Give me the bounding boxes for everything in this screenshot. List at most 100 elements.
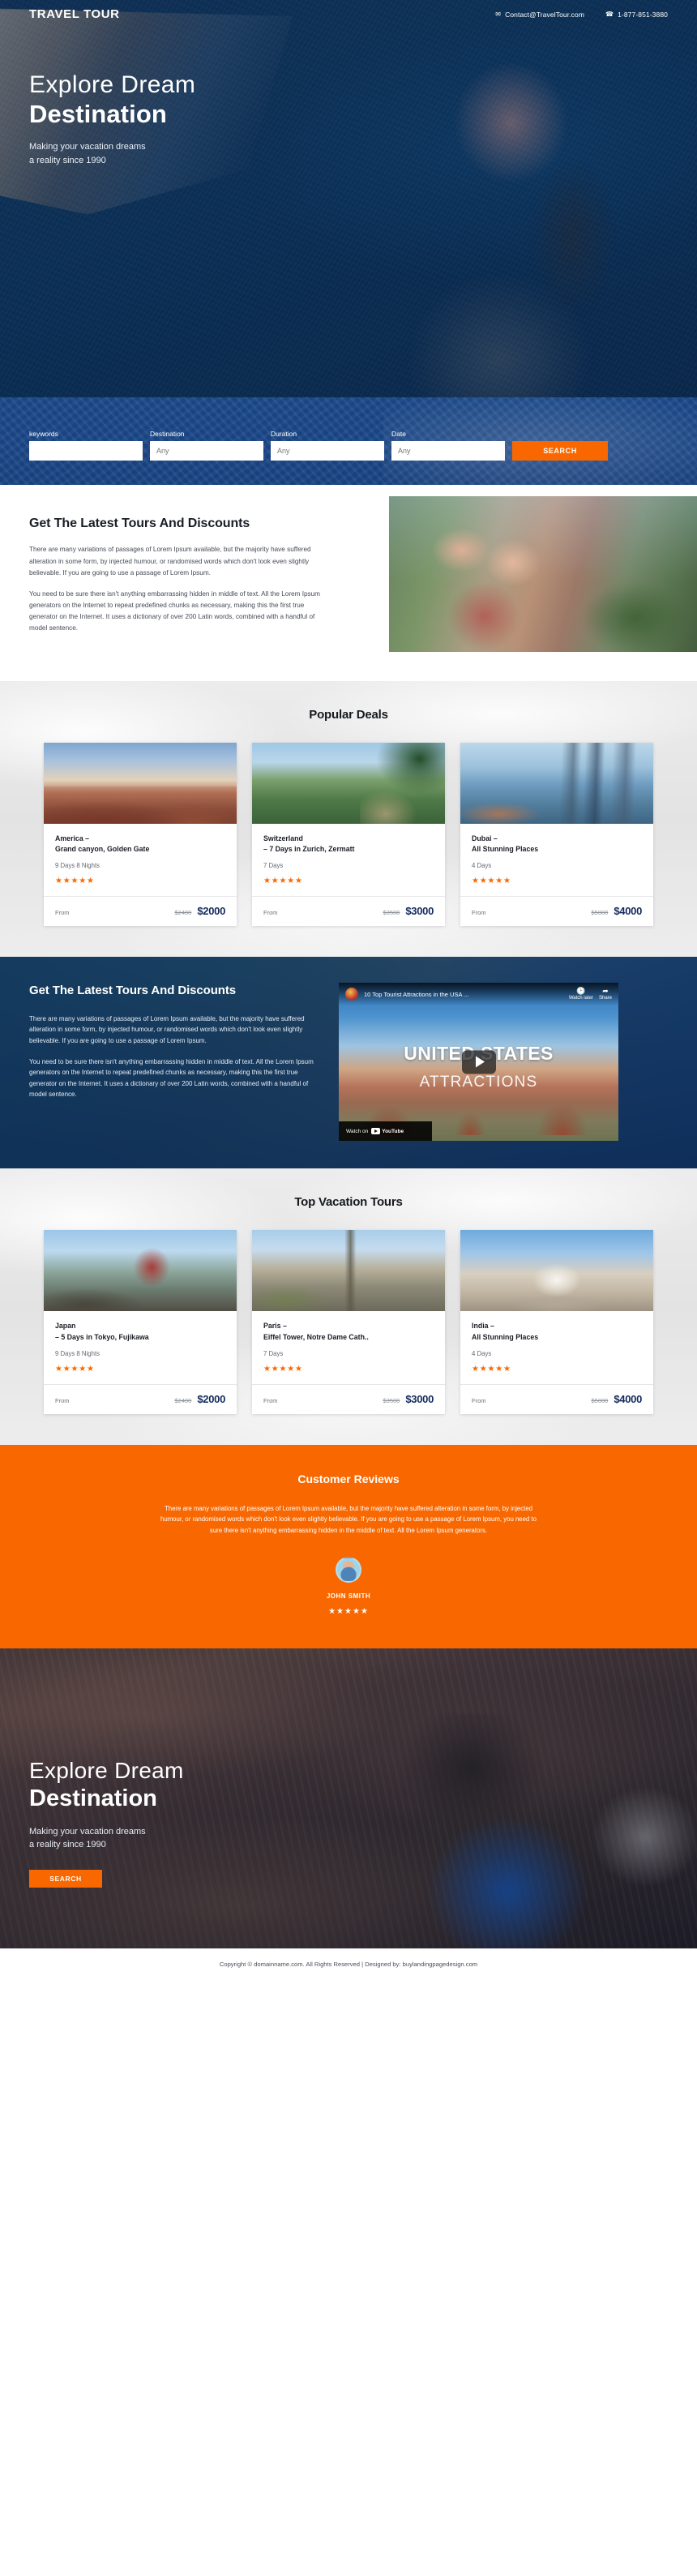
deal-card-rating-stars: ★★★★★	[55, 877, 95, 886]
deal-card[interactable]: Dubai – All Stunning Places 4 Days ★★★★★…	[460, 743, 653, 927]
deal-card-image	[44, 743, 237, 824]
tour-card-prices: $2400 $2000	[174, 1393, 225, 1405]
tour-card-rating-stars: ★★★★★	[55, 1364, 95, 1374]
search-field-date: Date	[391, 430, 505, 461]
deal-card-old-price: $5000	[591, 909, 609, 917]
deal-card-price-row: From $5000 $4000	[460, 896, 653, 926]
search-field-duration: Duration	[271, 430, 384, 461]
search-band: keywords Destination Duration Date SEARC…	[0, 397, 697, 485]
contact-phone-text: 1-877-851-3880	[618, 10, 668, 19]
contact-email-text: Contact@TravelTour.com	[505, 10, 585, 19]
deal-card-prices: $3500 $3000	[383, 905, 434, 917]
video-promo-section: Get The Latest Tours And Discounts There…	[0, 957, 697, 1169]
cta-subtitle-line2: a reality since 1990	[29, 1840, 106, 1850]
deal-card-body: America – Grand canyon, Golden Gate 9 Da…	[44, 824, 237, 896]
tour-card-price-row: From $3500 $3000	[252, 1383, 445, 1414]
footer-copyright-text: Copyright © domainname.com. All Rights R…	[219, 1961, 478, 1969]
contact-email[interactable]: ✉ Contact@TravelTour.com	[495, 11, 584, 19]
deal-card-new-price: $4000	[614, 905, 642, 918]
deal-card-rating-stars: ★★★★★	[472, 877, 511, 886]
search-label-keywords: keywords	[29, 430, 58, 438]
tour-card-title: India – All Stunning Places	[472, 1321, 642, 1342]
tour-card-title-line2: – 5 Days in Tokyo, Fujikawa	[55, 1332, 149, 1341]
tour-card-old-price: $3500	[383, 1396, 400, 1404]
deal-card-prices: $5000 $4000	[591, 905, 642, 917]
deal-card-duration: 4 Days	[472, 862, 492, 870]
duration-input[interactable]	[271, 441, 384, 461]
deal-card-from-label: From	[55, 909, 70, 917]
bottom-cta-section: Explore Dream Destination Making your va…	[0, 1648, 697, 1948]
cta-search-button[interactable]: SEARCH	[29, 1869, 102, 1888]
video-title[interactable]: 10 Top Tourist Attractions in the USA ..…	[364, 991, 563, 998]
deal-card-title-line2: Grand canyon, Golden Gate	[55, 845, 150, 854]
phone-icon: ☎	[605, 10, 614, 18]
deal-card-rating-stars: ★★★★★	[263, 877, 303, 886]
search-label-duration: Duration	[271, 430, 297, 438]
popular-deals-card-list: America – Grand canyon, Golden Gate 9 Da…	[0, 743, 697, 927]
deal-card-title-line1: Switzerland	[263, 834, 303, 842]
site-logo[interactable]: TRAVEL TOUR	[29, 7, 120, 21]
deal-card-old-price: $2400	[174, 909, 192, 917]
hero-title-light: Explore Dream	[29, 71, 196, 98]
tour-card-rating-stars: ★★★★★	[472, 1364, 511, 1374]
video-player-top-bar: 10 Top Tourist Attractions in the USA ..…	[339, 983, 618, 1006]
tour-card-price-row: From $2400 $2000	[44, 1383, 237, 1414]
deal-card-price-row: From $3500 $3000	[252, 896, 445, 926]
video-promo-text: Get The Latest Tours And Discounts There…	[29, 983, 321, 1100]
tour-card[interactable]: India – All Stunning Places 4 Days ★★★★★…	[460, 1230, 653, 1414]
watch-on-youtube-bar[interactable]: Watch on YouTube	[339, 1121, 432, 1142]
tour-card-image	[252, 1230, 445, 1312]
share-label: Share	[598, 996, 612, 1001]
video-player[interactable]: UNITED STATES ATTRACTIONS 10 Top Tourist…	[339, 983, 618, 1142]
share-button[interactable]: ➦ Share	[599, 988, 612, 1001]
customer-reviews-section: Customer Reviews There are many variatio…	[0, 1444, 697, 1648]
contact-phone[interactable]: ☎ 1-877-851-3880	[605, 11, 668, 19]
tour-card-old-price: $5000	[591, 1396, 609, 1404]
latest-tours-paragraph-2: You need to be sure there isn't anything…	[29, 589, 320, 632]
deal-card-body: Switzerland – 7 Days in Zurich, Zermatt …	[252, 824, 445, 896]
search-field-destination: Destination	[150, 430, 263, 461]
deal-card-title-line2: – 7 Days in Zurich, Zermatt	[263, 845, 355, 854]
tour-card[interactable]: Paris – Eiffel Tower, Notre Dame Cath.. …	[252, 1230, 445, 1414]
landing-page: TRAVEL TOUR ✉ Contact@TravelTour.com ☎ 1…	[0, 0, 697, 1981]
cta-subtitle-line1: Making your vacation dreams	[29, 1826, 146, 1837]
tour-card-from-label: From	[263, 1396, 278, 1404]
tour-card[interactable]: Japan – 5 Days in Tokyo, Fujikawa 9 Days…	[44, 1230, 237, 1414]
play-button-icon[interactable]	[461, 1050, 496, 1074]
latest-tours-paragraph-1: There are many variations of passages of…	[29, 546, 311, 576]
footer: Copyright © domainname.com. All Rights R…	[0, 1948, 697, 1981]
tour-card-new-price: $3000	[405, 1392, 434, 1405]
tour-card-new-price: $4000	[614, 1392, 642, 1405]
top-tours-card-list: Japan – 5 Days in Tokyo, Fujikawa 9 Days…	[0, 1230, 697, 1414]
tour-card-title-line2: All Stunning Places	[472, 1332, 539, 1341]
keywords-input[interactable]	[29, 441, 143, 461]
deal-card-new-price: $2000	[197, 905, 225, 918]
destination-input[interactable]	[150, 441, 263, 461]
deal-card-duration: 9 Days 8 Nights	[55, 862, 100, 870]
video-overlay-title-line2: ATTRACTIONS	[419, 1073, 538, 1091]
deal-card-new-price: $3000	[405, 905, 434, 918]
search-button[interactable]: SEARCH	[512, 441, 608, 461]
deal-card-image	[460, 743, 653, 824]
date-input[interactable]	[391, 441, 505, 461]
tour-card-prices: $5000 $4000	[591, 1393, 642, 1405]
tour-card-duration: 9 Days 8 Nights	[55, 1349, 100, 1357]
popular-deals-section: Popular Deals America – Grand canyon, Go…	[0, 681, 697, 958]
tour-card-title-line1: India –	[472, 1322, 494, 1331]
customer-reviews-title: Customer Reviews	[297, 1472, 400, 1485]
cta-title-bold: Destination	[29, 1785, 157, 1811]
latest-tours-photo	[389, 496, 697, 652]
deal-card-duration: 7 Days	[263, 862, 284, 870]
video-promo-paragraph-1: There are many variations of passages of…	[29, 1014, 305, 1045]
tour-card-title: Paris – Eiffel Tower, Notre Dame Cath..	[263, 1321, 434, 1342]
deal-card[interactable]: Switzerland – 7 Days in Zurich, Zermatt …	[252, 743, 445, 927]
tour-card-image	[44, 1230, 237, 1312]
deal-card-from-label: From	[472, 909, 486, 917]
search-label-destination: Destination	[150, 430, 185, 438]
deal-card-price-row: From $2400 $2000	[44, 896, 237, 926]
hero-subtitle-line1: Making your vacation dreams	[29, 142, 146, 152]
envelope-icon: ✉	[495, 10, 502, 18]
watch-later-button[interactable]: 🕑 Watch later	[569, 988, 593, 1001]
tour-card-duration: 7 Days	[263, 1349, 284, 1357]
deal-card[interactable]: America – Grand canyon, Golden Gate 9 Da…	[44, 743, 237, 927]
